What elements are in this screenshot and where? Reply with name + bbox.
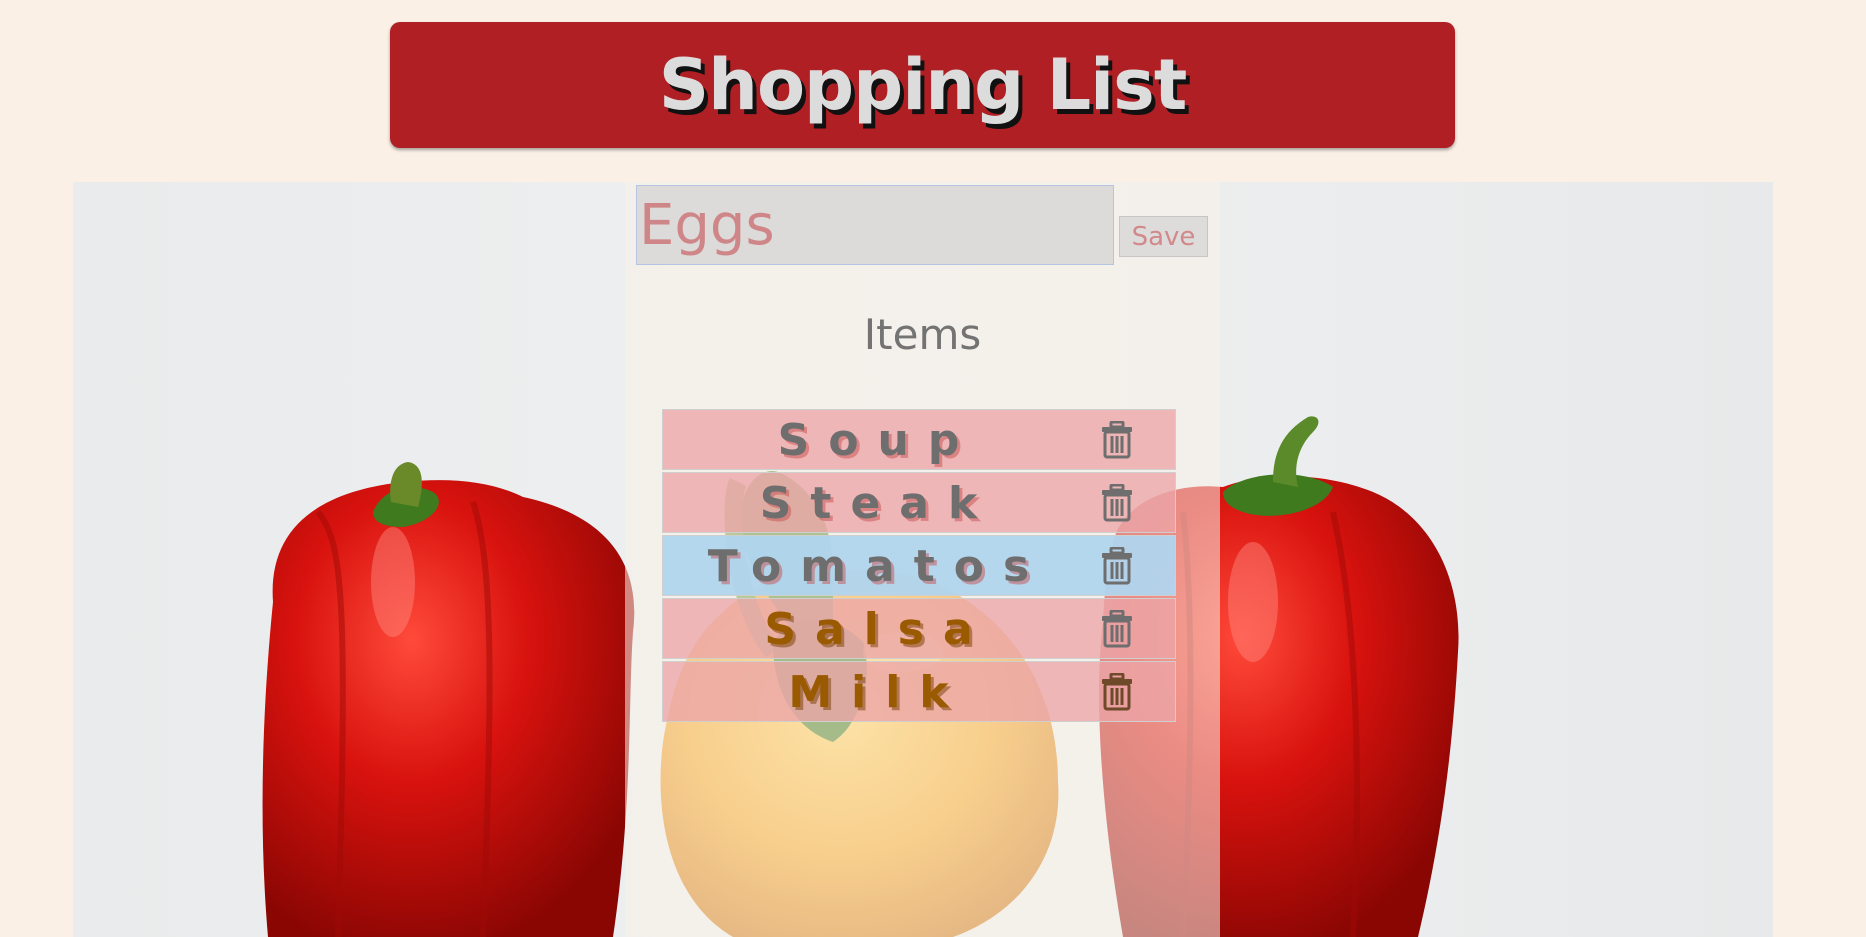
list-item[interactable]: Salsa (662, 598, 1176, 659)
list-item-label: Soup (777, 415, 979, 466)
shopping-list: Soup Steak Tomatos Salsa Milk (662, 409, 1176, 724)
list-item[interactable]: Milk (662, 661, 1176, 722)
trash-icon[interactable] (1099, 421, 1135, 459)
list-item-label: Tomatos (707, 541, 1049, 592)
items-heading: Items (863, 310, 982, 359)
header-banner: Shopping List (390, 22, 1455, 148)
list-item-selected[interactable]: Tomatos (662, 535, 1176, 596)
list-item[interactable]: Steak (662, 472, 1176, 533)
page-title: Shopping List (658, 44, 1188, 126)
trash-icon[interactable] (1099, 484, 1135, 522)
item-input[interactable] (636, 185, 1114, 265)
red-pepper-left (262, 462, 635, 937)
list-item-label: Salsa (764, 604, 992, 655)
list-item-label: Milk (788, 667, 968, 718)
save-button[interactable]: Save (1119, 216, 1208, 257)
list-item[interactable]: Soup (662, 409, 1176, 470)
trash-icon[interactable] (1099, 610, 1135, 648)
trash-icon[interactable] (1099, 673, 1135, 711)
list-item-label: Steak (759, 478, 997, 529)
trash-icon[interactable] (1099, 547, 1135, 585)
